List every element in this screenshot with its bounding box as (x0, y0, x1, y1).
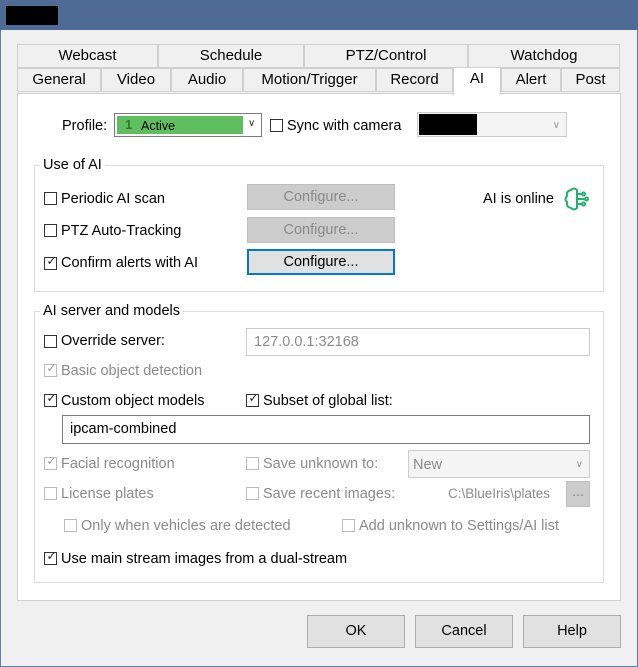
override-server-label: Override server: (61, 333, 165, 349)
tab-record[interactable]: Record (376, 68, 453, 92)
check-icon: ✓ (46, 391, 57, 405)
license-plates-checkbox[interactable] (44, 487, 57, 500)
facial-recognition-checkbox[interactable]: ✓ (44, 454, 57, 470)
tab-video[interactable]: Video (101, 68, 171, 92)
ok-button[interactable]: OK (307, 615, 405, 648)
save-unknown-checkbox[interactable] (246, 457, 259, 470)
title-bar (0, 0, 638, 30)
subset-global-checkbox[interactable]: ✓ (246, 391, 259, 407)
custom-models-label: Custom object models (61, 393, 205, 409)
save-unknown-select[interactable]: New ∨ (408, 450, 590, 478)
sync-camera-label: Sync with camera (287, 118, 402, 134)
save-unknown-label: Save unknown to: (263, 456, 379, 472)
cancel-button[interactable]: Cancel (415, 615, 513, 648)
periodic-scan-checkbox[interactable] (44, 192, 57, 205)
periodic-scan-label: Periodic AI scan (61, 191, 165, 207)
basic-detection-label: Basic object detection (61, 363, 203, 379)
ptz-tracking-configure-button[interactable]: Configure... (247, 217, 395, 243)
check-icon: ✓ (46, 361, 57, 375)
ai-status-text: AI is online (483, 191, 554, 207)
check-icon: ✓ (46, 454, 57, 468)
only-vehicles-label: Only when vehicles are detected (81, 518, 291, 534)
facial-recognition-label: Facial recognition (61, 456, 175, 472)
profile-number: 1 (125, 117, 133, 132)
tab-webcast[interactable]: Webcast (17, 44, 158, 68)
custom-models-checkbox[interactable]: ✓ (44, 391, 57, 407)
confirm-alerts-label: Confirm alerts with AI (61, 255, 198, 271)
tab-audio[interactable]: Audio (171, 68, 243, 92)
ptz-tracking-checkbox[interactable] (44, 224, 57, 237)
profile-label: Profile: (62, 118, 108, 134)
chevron-down-icon: ∨ (575, 459, 583, 470)
tab-ai[interactable]: AI (453, 67, 501, 95)
profile-color-swatch (117, 116, 243, 134)
camera-select[interactable]: ∨ (417, 112, 567, 137)
confirm-alerts-checkbox[interactable]: ✓ (44, 254, 57, 270)
add-unknown-label: Add unknown to Settings/AI list (359, 518, 559, 534)
tab-general[interactable]: General (17, 68, 101, 92)
tab-post[interactable]: Post (561, 68, 620, 92)
only-vehicles-checkbox[interactable] (64, 519, 77, 532)
help-button[interactable]: Help (523, 615, 621, 648)
ptz-tracking-label: PTZ Auto-Tracking (61, 223, 182, 239)
redacted-camera-name (419, 114, 477, 135)
subset-global-label: Subset of global list: (263, 393, 393, 409)
periodic-scan-configure-button[interactable]: Configure... (247, 184, 395, 210)
basic-detection-checkbox[interactable]: ✓ (44, 361, 57, 377)
save-recent-checkbox[interactable] (246, 487, 259, 500)
dual-stream-label: Use main stream images from a dual-strea… (61, 551, 348, 567)
check-icon: ✓ (46, 254, 57, 268)
tab-alert[interactable]: Alert (501, 68, 561, 92)
tab-ptz-control[interactable]: PTZ/Control (304, 44, 468, 68)
check-icon: ✓ (46, 549, 57, 563)
tab-schedule[interactable]: Schedule (158, 44, 304, 68)
chevron-down-icon: ∨ (552, 120, 560, 131)
override-server-checkbox[interactable] (44, 335, 57, 348)
dual-stream-checkbox[interactable]: ✓ (44, 549, 57, 565)
use-of-ai-title: Use of AI (40, 157, 105, 173)
save-recent-path: C:\BlueIris\plates (448, 486, 551, 501)
server-address-input[interactable]: 127.0.0.1:32168 (246, 328, 590, 356)
check-icon: ✓ (248, 391, 259, 405)
tab-motion-trigger[interactable]: Motion/Trigger (243, 68, 376, 92)
add-unknown-checkbox[interactable] (342, 519, 355, 532)
profile-select[interactable]: 1 Active ∨ (114, 113, 262, 137)
browse-button[interactable]: ... (566, 481, 590, 507)
confirm-alerts-configure-button[interactable]: Configure... (247, 249, 395, 275)
brain-icon (564, 187, 589, 211)
save-recent-label: Save recent images: (263, 486, 396, 502)
redacted-title (6, 6, 58, 25)
tab-watchdog[interactable]: Watchdog (468, 44, 620, 68)
custom-models-input[interactable]: ipcam-combined (62, 415, 590, 444)
sync-camera-checkbox[interactable] (270, 119, 283, 132)
profile-value: Active (141, 119, 176, 133)
ai-server-title: AI server and models (40, 303, 184, 319)
save-unknown-value: New (413, 457, 443, 473)
license-plates-label: License plates (61, 486, 154, 502)
chevron-down-icon: ∨ (248, 118, 256, 129)
